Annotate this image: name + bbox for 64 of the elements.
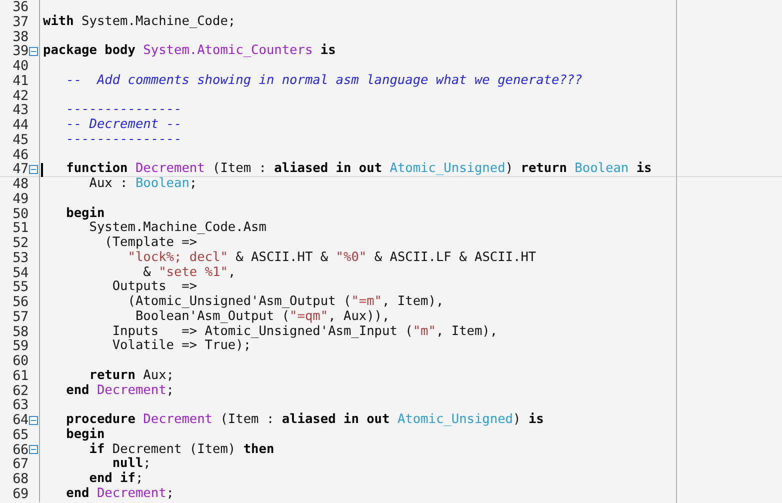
line-number: 66	[12, 442, 28, 458]
code-line: procedure Decrement (Item : aliased in out Atomic_Unsigned) is	[66, 413, 544, 428]
line-number: 56	[12, 295, 28, 310]
line-number: 41	[12, 74, 28, 88]
code-line: null;	[112, 457, 151, 472]
code-line: (Template =>	[104, 236, 198, 251]
line-number: 61	[12, 368, 28, 384]
code-line: Boolean'Asm_Output ("=qm", Aux)),	[135, 310, 390, 324]
code-line: Aux : Boolean;	[89, 177, 198, 192]
code-line: Inputs => Atomic_Unsigned'Asm_Input ("m", Item),	[112, 324, 498, 339]
line-number: 37	[12, 14, 28, 30]
collapse-icon[interactable]	[29, 416, 38, 425]
line-number: 47	[12, 162, 28, 177]
line-number: 42	[12, 88, 28, 104]
code-line: begin	[66, 428, 105, 442]
code-line: package body System.Atomic_Counters is	[43, 44, 336, 59]
line-number: 59	[12, 339, 28, 354]
line-number: 54	[12, 266, 28, 280]
line-number: 51	[12, 221, 28, 236]
line-number: 38	[12, 30, 28, 44]
line-number: 58	[12, 324, 28, 340]
line-number: 36	[12, 0, 28, 15]
line-number: 53	[12, 250, 28, 266]
code-line: begin	[66, 206, 105, 221]
code-line: "lock%; decl" & ASCII.HT & "%0" & ASCII.LF & ASCII.HT	[128, 250, 536, 266]
line-number: 69	[12, 486, 28, 502]
code-line: end Decrement;	[66, 384, 174, 398]
code-line: System.Machine_Code.Asm	[89, 221, 266, 236]
code-line: return Aux;	[89, 368, 174, 384]
code-comment: ---------------	[66, 103, 182, 118]
line-number: 63	[12, 398, 28, 413]
code-comment: -- Add comments showing in normal asm language what we generate???	[66, 74, 582, 88]
code-line: if Decrement (Item) then	[89, 442, 274, 457]
collapse-icon[interactable]	[29, 47, 38, 56]
line-number: 48	[12, 177, 28, 192]
line-number: 49	[12, 192, 28, 206]
line-number: 43	[12, 103, 28, 118]
line-number: 40	[12, 59, 28, 74]
code-comment: ---------------	[66, 132, 182, 148]
line-number: 62	[12, 384, 28, 398]
line-number: 50	[12, 206, 28, 222]
code-line: function Decrement (Item : aliased in out Atomic_Unsigned) return Boolean is	[66, 162, 652, 177]
collapse-icon[interactable]	[29, 165, 38, 174]
code-line: Outputs =>	[112, 280, 198, 295]
line-number: 39	[12, 44, 28, 59]
code-line: Volatile => True);	[112, 339, 252, 354]
line-number: 57	[12, 310, 28, 324]
code-line: with System.Machine_Code;	[43, 14, 236, 30]
line-number: 64	[12, 413, 28, 428]
code-line: (Atomic_Unsigned'Asm_Output ("=m", Item),	[128, 295, 444, 310]
line-number: 68	[12, 472, 28, 487]
code-comment: -- Decrement --	[66, 118, 182, 133]
line-number: 55	[12, 280, 28, 295]
line-number: 44	[12, 118, 28, 133]
line-number: 60	[12, 354, 28, 369]
line-number: 67	[12, 457, 28, 472]
collapse-icon[interactable]	[29, 445, 38, 454]
line-number: 46	[12, 148, 28, 162]
code-line: & "sete %1",	[143, 266, 236, 280]
code-line: end if;	[89, 472, 144, 487]
line-number: 52	[12, 236, 28, 251]
line-number: 45	[12, 132, 28, 148]
line-number: 65	[12, 428, 28, 442]
code-line: end Decrement;	[66, 486, 174, 502]
